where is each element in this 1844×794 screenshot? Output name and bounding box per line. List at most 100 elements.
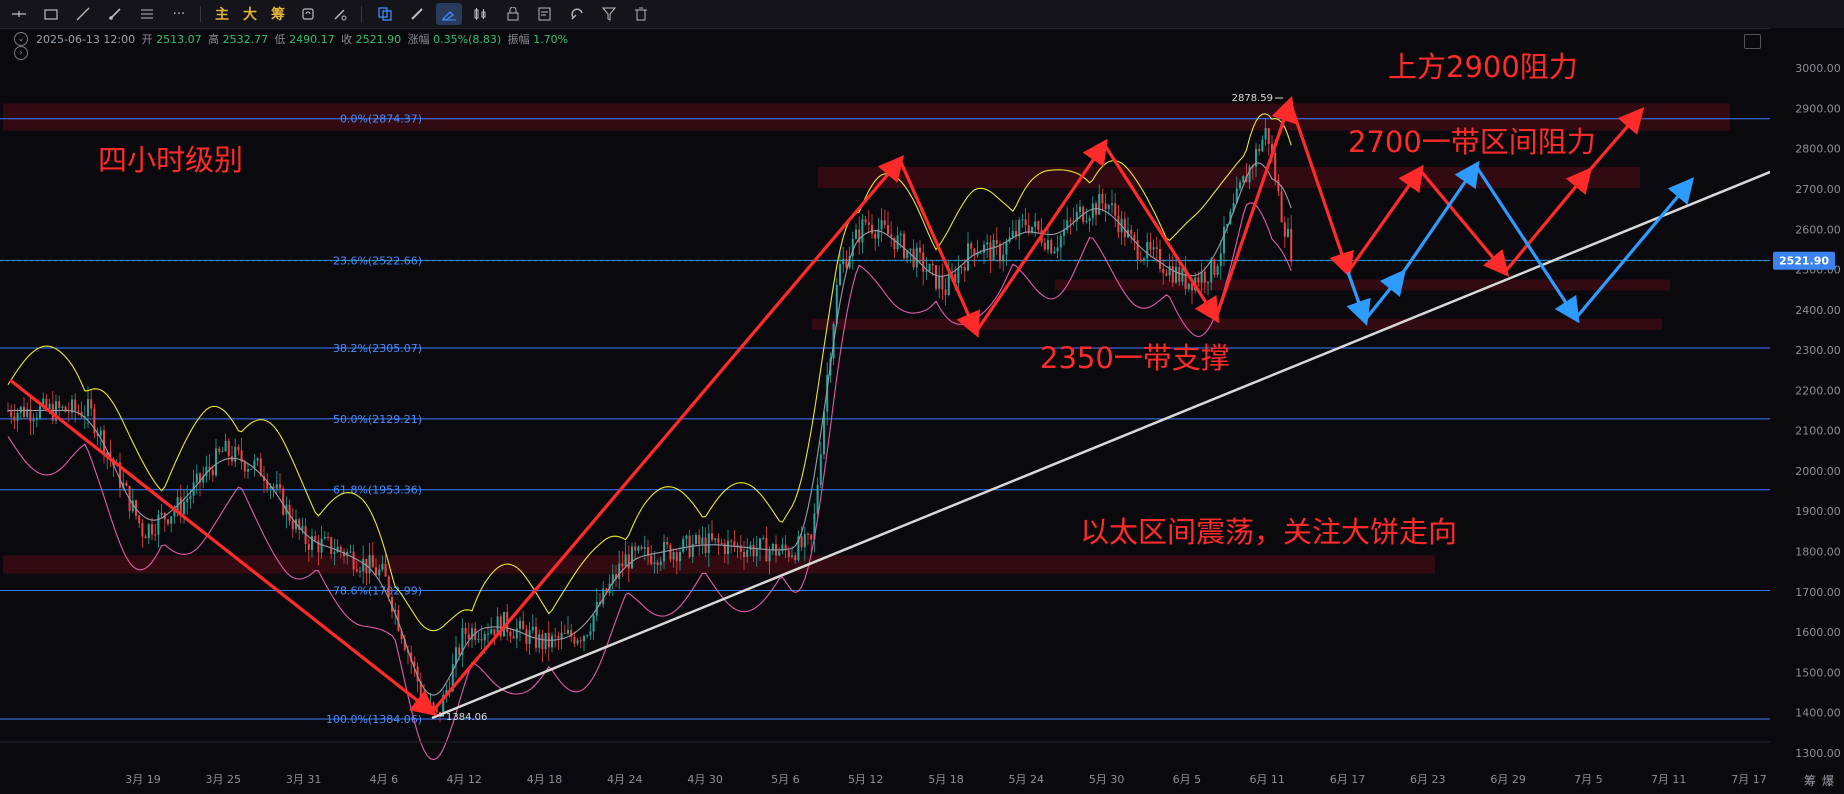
candle-body [368,555,371,574]
eraser-icon[interactable] [327,3,353,25]
settings-button[interactable]: 筹 [1804,772,1816,789]
trash-icon[interactable] [628,3,654,25]
blue-arrow [1574,177,1695,320]
toolbar-divider [200,6,201,22]
candle-body [189,495,192,499]
time-axis-tick: 4月 18 [527,773,563,786]
support-trendline [431,166,1781,720]
lock-icon[interactable] [500,3,526,25]
fib-level-label: 50.0%(2129.21) [333,413,422,426]
candles-icon[interactable] [468,3,494,25]
crosshair-line-icon[interactable] [6,3,32,25]
candle-body [170,516,173,524]
candle-body [487,633,489,635]
candle-body [986,242,989,245]
candle-body [557,635,560,639]
candle-body [583,636,585,642]
candle-body [803,533,806,548]
candle-body [1216,266,1219,275]
top-toolbar: ··· 主 大 筹 [0,0,1844,29]
candle-body [23,406,25,417]
candle-body [1155,247,1158,249]
horizontal-lines-icon[interactable] [134,3,160,25]
copy-icon[interactable] [372,3,398,25]
candle-body [378,569,381,576]
candle-body [922,252,925,272]
candle-body [560,632,563,639]
candle-body [330,537,333,554]
candle-body [989,242,992,261]
candle-body [627,554,630,569]
candle-body [1117,215,1120,233]
liquidation-button[interactable]: 爆 [1822,772,1834,789]
candle-body [13,416,16,421]
more-icon[interactable]: ··· [166,3,192,25]
candle-body [1085,221,1088,223]
candle-body [551,635,553,648]
candle-body [1088,218,1091,222]
time-axis-tick: 7月 11 [1651,773,1687,786]
candle-body [864,219,867,223]
candle-body [554,635,557,637]
candle-body [458,647,461,655]
rectangle-tool-icon[interactable] [38,3,64,25]
candle-body [48,403,51,410]
candle-body [618,563,621,579]
price-axis-tick: 1600.00 [1795,626,1841,639]
large-indicator-button[interactable]: 大 [239,3,261,25]
candle-body [720,542,723,544]
candle-body [1111,203,1113,206]
pencil-icon[interactable] [404,3,430,25]
rotate-icon[interactable] [295,3,321,25]
candle-body [736,545,739,547]
brush-icon[interactable] [102,3,128,25]
candle-body [1069,220,1072,222]
price-axis-tick: 2800.00 [1795,143,1841,156]
candle-body [67,411,70,413]
candle-body [1114,203,1117,216]
candle-body [371,555,374,568]
candle-body [538,634,541,648]
candle-body [32,419,35,422]
candle-body [387,576,390,598]
candle-body [282,488,285,515]
draw-tool-icon[interactable] [436,3,462,25]
fib-level-label: 38.2%(2305.07) [333,342,422,355]
candle-body [768,550,771,562]
trend-line-icon[interactable] [70,3,96,25]
candle-body [1027,225,1030,233]
candle-body [464,628,467,634]
time-axis-tick: 4月 6 [370,773,399,786]
candle-body [1002,254,1005,262]
filter-icon[interactable] [596,3,622,25]
candle-body [234,446,237,462]
candle-body [787,550,790,557]
candle-body [701,537,704,545]
time-axis-tick: 5月 30 [1089,773,1125,786]
candle-body [426,701,429,705]
candle-body [730,540,733,542]
candle-body [167,519,169,524]
time-axis-tick: 6月 29 [1490,773,1526,786]
price-axis-tick: 2700.00 [1795,183,1841,196]
high-price-marker: 2878.59 [1232,93,1273,104]
candle-body [16,412,19,421]
candle-body [624,554,627,567]
candle-body [320,538,323,553]
price-chart[interactable]: 0.0%(2874.37)23.6%(2522.66)38.2%(2305.07… [0,28,1844,794]
candle-body [1200,271,1203,283]
candle-body [762,537,765,539]
note-icon[interactable] [532,3,558,25]
chips-indicator-button[interactable]: 筹 [267,3,289,25]
candle-body [279,484,281,489]
candle-body [755,549,758,557]
candle-body [1130,229,1133,235]
candle-body [1031,226,1033,233]
main-indicator-button[interactable]: 主 [211,3,233,25]
magnet-icon[interactable] [564,3,590,25]
candle-body [1104,203,1107,209]
candle-body [1050,240,1053,254]
resistance-zone [812,318,1662,330]
candle-body [237,446,240,451]
candle-body [138,515,141,524]
